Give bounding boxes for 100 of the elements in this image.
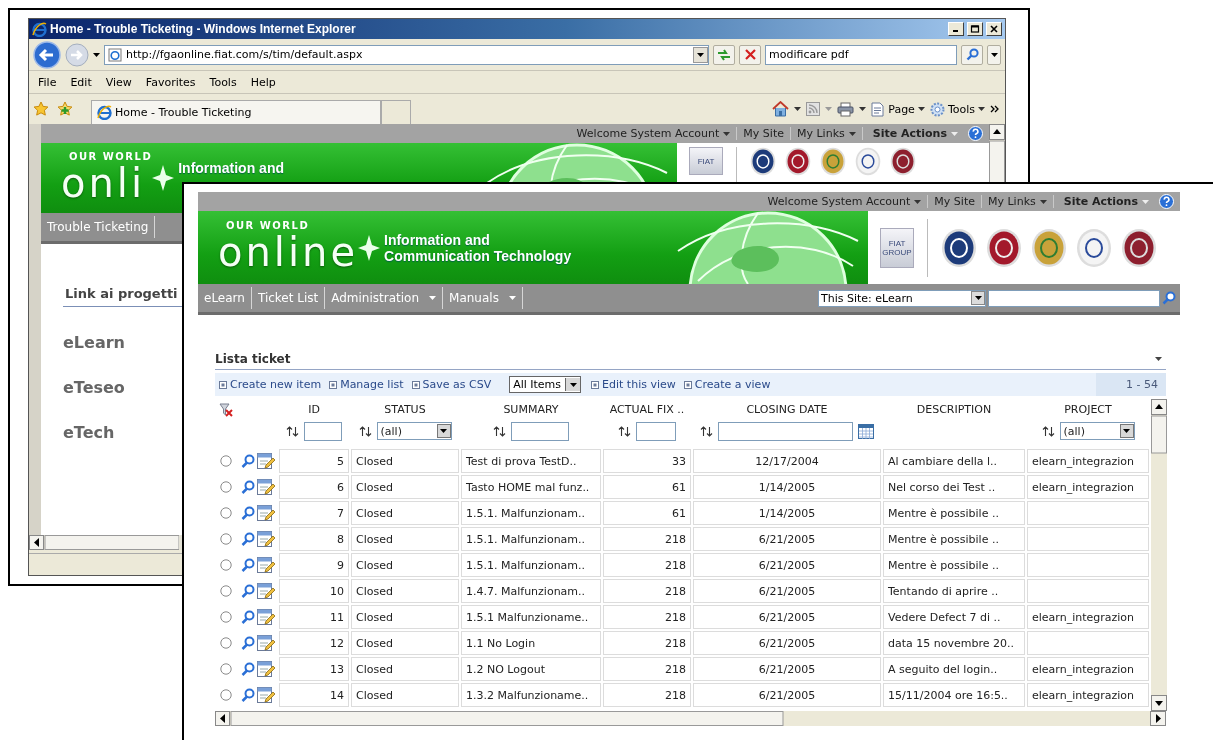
column-header[interactable]: ACTUAL FIX ..	[609, 403, 685, 416]
star-icon[interactable]	[33, 101, 49, 117]
refresh-button[interactable]	[713, 44, 735, 65]
radio-button[interactable]	[220, 533, 232, 545]
help-icon[interactable]	[1159, 194, 1174, 209]
column-header[interactable]: SUMMARY	[503, 403, 559, 416]
horizontal-scrollbar[interactable]	[29, 535, 179, 550]
scope-dropdown[interactable]: This Site: eLearn	[818, 289, 986, 307]
filter-dropdown[interactable]: (all)	[1059, 422, 1135, 440]
search-options-button[interactable]	[987, 44, 1001, 65]
magnifier-icon[interactable]	[241, 661, 255, 677]
menu-item[interactable]: Help	[243, 75, 283, 89]
maximize-button[interactable]	[967, 22, 983, 36]
tools-menu[interactable]: Tools	[929, 101, 985, 117]
toolbar-link[interactable]: Create new item	[215, 378, 326, 391]
menu-item[interactable]: Edit	[63, 75, 99, 89]
column-header[interactable]: CLOSING DATE	[746, 403, 828, 416]
site-search-field[interactable]	[988, 289, 1160, 307]
edit-icon[interactable]	[257, 452, 275, 470]
sort-icon[interactable]	[700, 426, 713, 437]
filter-field[interactable]	[636, 422, 676, 441]
edit-icon[interactable]	[257, 686, 275, 704]
filter-field[interactable]	[511, 422, 569, 441]
menu-item[interactable]: Favorites	[138, 75, 203, 89]
calendar-icon[interactable]	[858, 424, 874, 439]
edit-icon[interactable]	[257, 556, 275, 574]
edit-icon[interactable]	[257, 478, 275, 496]
magnifier-icon[interactable]	[241, 609, 255, 625]
sort-icon[interactable]	[493, 426, 506, 437]
edit-icon[interactable]	[257, 660, 275, 678]
column-header[interactable]: STATUS	[384, 403, 426, 416]
project-link[interactable]: eTech	[63, 423, 115, 442]
site-link[interactable]: My Site	[737, 127, 791, 140]
site-link[interactable]: My Site	[928, 195, 982, 208]
search-icon[interactable]	[1162, 291, 1176, 305]
site-actions-menu[interactable]: Site Actions	[862, 127, 968, 140]
view-dropdown[interactable]: All Items	[509, 376, 582, 393]
search-button[interactable]	[961, 44, 983, 65]
magnifier-icon[interactable]	[241, 583, 255, 599]
toolbar-link[interactable]: Edit this view	[587, 378, 680, 391]
edit-icon[interactable]	[257, 530, 275, 548]
menu-item[interactable]: File	[31, 75, 64, 89]
print-icon[interactable]	[837, 101, 855, 117]
radio-button[interactable]	[220, 507, 232, 519]
edit-icon[interactable]	[257, 582, 275, 600]
browser-tab[interactable]: Home - Trouble Ticketing	[91, 100, 381, 124]
chevron-icon[interactable]	[990, 105, 999, 113]
magnifier-icon[interactable]	[241, 635, 255, 651]
radio-button[interactable]	[220, 689, 232, 701]
date-filter-field[interactable]	[718, 422, 853, 441]
menu-item[interactable]: View	[98, 75, 139, 89]
filter-dropdown[interactable]: (all)	[376, 422, 452, 440]
caret-icon[interactable]	[794, 107, 802, 111]
sort-icon[interactable]	[618, 426, 631, 437]
site-actions-menu[interactable]: Site Actions	[1053, 195, 1159, 208]
edit-icon[interactable]	[257, 504, 275, 522]
links-menu[interactable]: My Links	[982, 195, 1054, 208]
toolbar-link[interactable]: Save as CSV	[407, 378, 496, 391]
toolbar-link[interactable]: Manage list	[325, 378, 408, 391]
sort-icon[interactable]	[286, 426, 299, 437]
sort-icon[interactable]	[1041, 425, 1055, 437]
close-button[interactable]	[986, 22, 1002, 36]
help-icon[interactable]	[968, 126, 983, 141]
search-field[interactable]: modificare pdf	[765, 44, 957, 65]
edit-icon[interactable]	[257, 608, 275, 626]
radio-button[interactable]	[220, 585, 232, 597]
column-header[interactable]: PROJECT	[1064, 403, 1112, 416]
links-menu[interactable]: My Links	[791, 127, 863, 140]
sort-icon[interactable]	[358, 425, 372, 437]
back-button[interactable]	[33, 40, 61, 69]
project-link[interactable]: eLearn	[63, 333, 125, 352]
filter-field[interactable]	[304, 422, 342, 441]
magnifier-icon[interactable]	[241, 505, 255, 521]
caret-icon[interactable]	[859, 107, 867, 111]
minimize-button[interactable]	[948, 22, 964, 36]
caret-icon[interactable]	[1155, 357, 1162, 361]
welcome-menu[interactable]: Welcome System Account	[761, 195, 929, 208]
radio-button[interactable]	[220, 481, 232, 493]
edit-icon[interactable]	[257, 634, 275, 652]
clear-filter-icon[interactable]	[219, 403, 233, 417]
radio-button[interactable]	[220, 663, 232, 675]
menu-item[interactable]: Tools	[202, 75, 244, 89]
toolbar-link[interactable]: Create a view	[679, 378, 775, 391]
column-header[interactable]: ID	[308, 403, 320, 416]
column-header[interactable]: DESCRIPTION	[916, 403, 992, 416]
caret-icon[interactable]	[93, 52, 100, 57]
radio-button[interactable]	[220, 637, 232, 649]
magnifier-icon[interactable]	[241, 531, 255, 547]
radio-button[interactable]	[220, 611, 232, 623]
project-link[interactable]: eTeseo	[63, 378, 125, 397]
welcome-menu[interactable]: Welcome System Account	[570, 127, 738, 140]
radio-button[interactable]	[220, 455, 232, 467]
magnifier-icon[interactable]	[241, 557, 255, 573]
vertical-scrollbar[interactable]	[1151, 399, 1167, 711]
address-field[interactable]: http://fgaonline.fiat.com/s/tim/default.aspx	[104, 44, 709, 65]
stop-button[interactable]	[739, 44, 761, 65]
dropdown-button[interactable]	[693, 46, 708, 63]
page-menu[interactable]: Page	[871, 101, 925, 117]
magnifier-icon[interactable]	[241, 479, 255, 495]
magnifier-icon[interactable]	[241, 687, 255, 703]
